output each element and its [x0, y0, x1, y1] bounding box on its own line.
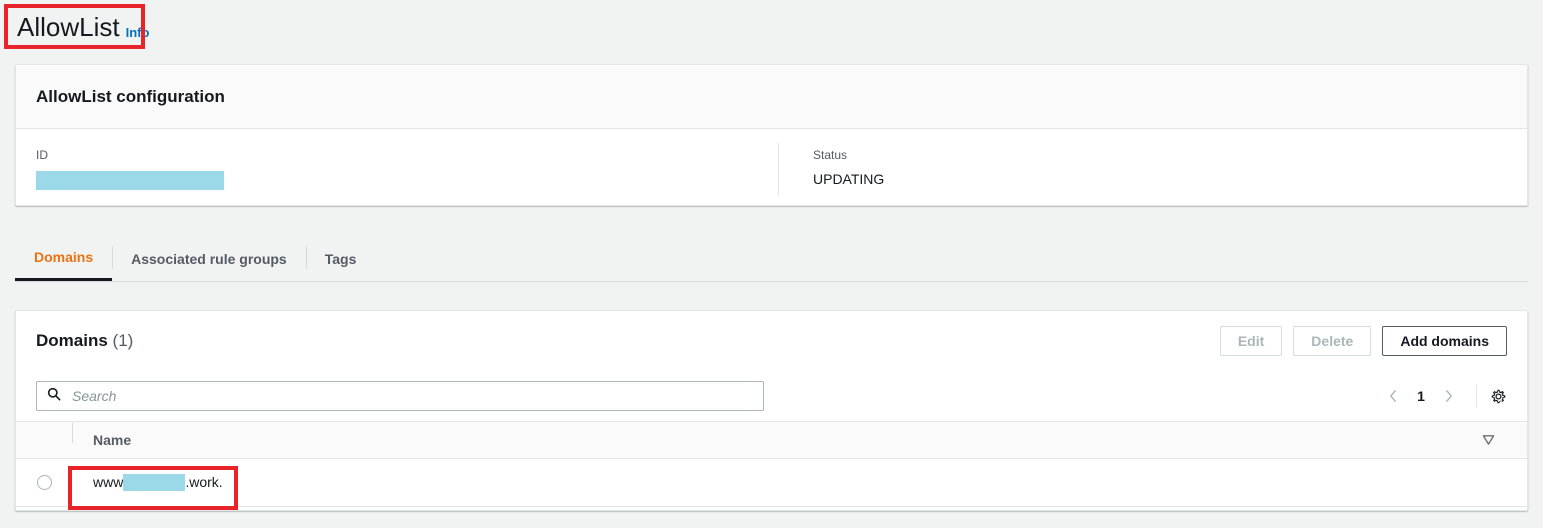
edit-button-label: Edit	[1237, 333, 1265, 349]
domains-panel-title: Domains (1)	[36, 331, 133, 351]
allowlist-configuration-card: AllowList configuration ID Status UPDATI…	[15, 64, 1528, 206]
tab-tags[interactable]: Tags	[305, 236, 376, 281]
gear-icon[interactable]	[1490, 388, 1507, 405]
tab-associated-rule-groups-label: Associated rule groups	[131, 250, 287, 267]
search-input[interactable]	[70, 387, 753, 405]
domains-filter-row: 1	[16, 371, 1527, 421]
tab-domains-label: Domains	[34, 249, 94, 265]
detail-label-status: Status	[813, 148, 848, 162]
cell-domain-name: www .work.	[72, 474, 1527, 492]
domains-toolbar-actions: Edit Delete Add domains	[1219, 326, 1507, 356]
filter-triangle-icon[interactable]	[1482, 434, 1507, 446]
chevron-right-icon[interactable]	[1435, 382, 1463, 410]
page-title: AllowList	[17, 12, 120, 42]
domain-name-prefix: www	[93, 473, 124, 490]
config-card-body: ID Status UPDATING	[16, 129, 1527, 206]
config-card-header: AllowList configuration	[16, 65, 1527, 129]
add-domains-button[interactable]: Add domains	[1382, 326, 1507, 356]
pagination-divider	[1476, 385, 1477, 407]
search-icon	[47, 387, 61, 406]
redaction-block-domain-name	[123, 474, 186, 492]
config-card-title: AllowList configuration	[36, 86, 225, 106]
detail-value-status: UPDATING	[813, 171, 885, 187]
edit-button[interactable]: Edit	[1219, 326, 1283, 356]
detail-label-id: ID	[36, 148, 48, 162]
domains-title-text: Domains	[36, 331, 108, 350]
domain-name-suffix: .work.	[185, 473, 223, 490]
table-row[interactable]: www .work.	[16, 459, 1527, 507]
info-link[interactable]: Info	[126, 25, 150, 40]
delete-button[interactable]: Delete	[1293, 326, 1372, 356]
search-box[interactable]	[36, 381, 764, 411]
add-domains-button-label: Add domains	[1400, 333, 1489, 349]
tab-domains[interactable]: Domains	[15, 236, 113, 281]
tab-tags-label: Tags	[324, 250, 357, 267]
domains-table: Name www .work.	[16, 421, 1527, 507]
row-radio-button[interactable]	[36, 475, 52, 490]
domains-toolbar: Domains (1) Edit Delete Add domains	[16, 311, 1527, 371]
detail-id: ID	[36, 147, 778, 206]
detail-status: Status UPDATING	[778, 143, 1158, 206]
tab-bar: Domains Associated rule groups Tags	[15, 236, 1528, 282]
pagination-controls: 1	[1379, 382, 1507, 410]
domains-count: (1)	[112, 331, 134, 350]
row-select-cell[interactable]	[16, 475, 72, 490]
page-number[interactable]: 1	[1411, 388, 1431, 404]
chevron-left-icon[interactable]	[1379, 382, 1407, 410]
delete-button-label: Delete	[1311, 333, 1354, 349]
table-header-row: Name	[16, 421, 1527, 459]
domains-table-card: Domains (1) Edit Delete Add domains Sear…	[15, 310, 1528, 511]
redaction-block-id	[36, 170, 224, 190]
page-header: AllowList Info	[15, 4, 155, 50]
tab-associated-rule-groups[interactable]: Associated rule groups	[112, 236, 306, 281]
column-header-name[interactable]: Name	[72, 423, 1482, 448]
detail-value-id	[36, 170, 778, 190]
